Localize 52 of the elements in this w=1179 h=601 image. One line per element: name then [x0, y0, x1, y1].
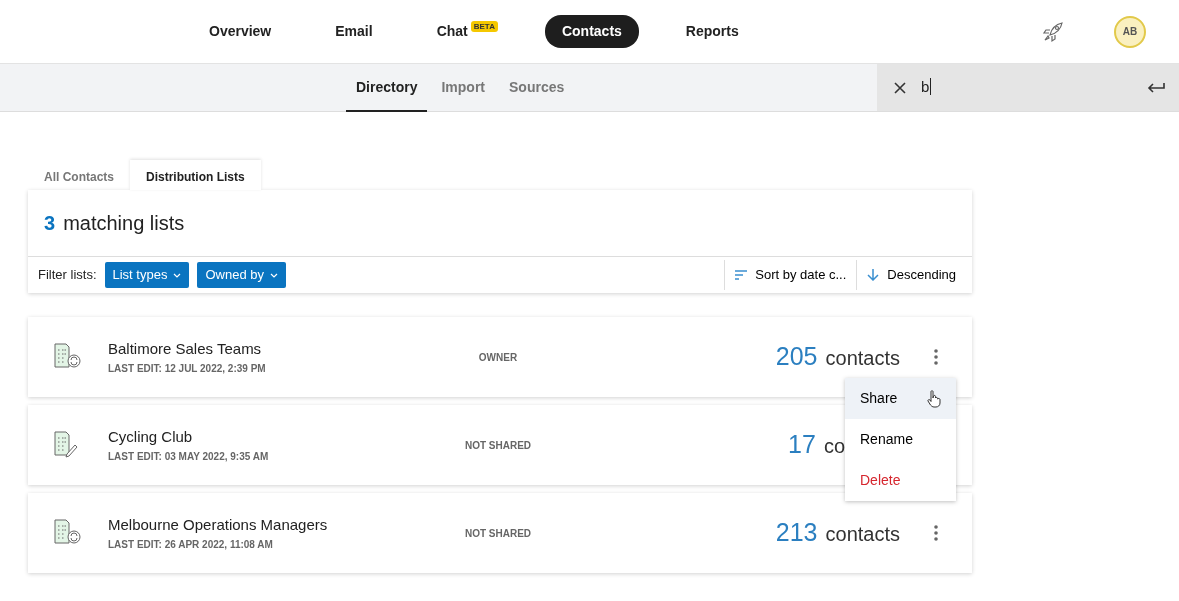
list-name[interactable]: Cycling Club: [108, 426, 408, 449]
nav-tab[interactable]: Overview: [192, 15, 289, 48]
list-tab[interactable]: Distribution Lists: [130, 160, 261, 190]
more-vertical-icon[interactable]: [934, 525, 938, 541]
filter-dropdown[interactable]: List types: [104, 262, 190, 288]
nav-tab[interactable]: Chat $^{BETA}$: [419, 15, 515, 48]
sharing-status: NOT SHARED: [463, 526, 533, 541]
last-edit: LAST EDIT: 03 MAY 2022, 9:35 AM: [108, 449, 270, 464]
sub-tab[interactable]: Directory: [346, 64, 428, 112]
sort-field-button[interactable]: Sort by date c...: [724, 260, 857, 290]
menu-item[interactable]: Rename: [845, 419, 956, 460]
menu-item[interactable]: Delete: [845, 460, 956, 501]
more-vertical-icon[interactable]: [934, 349, 938, 365]
sort-order: Descending: [887, 266, 956, 285]
search-field[interactable]: b: [877, 64, 1179, 111]
chevron-down-icon: [269, 272, 278, 278]
sharing-status: NOT SHARED: [463, 438, 533, 453]
nav-tab[interactable]: Email: [318, 15, 390, 48]
contact-unit: co: [823, 434, 845, 460]
sub-tab[interactable]: Import: [431, 64, 496, 112]
hand-cursor-icon: [927, 389, 941, 408]
rocket-icon[interactable]: [1042, 20, 1064, 43]
list-sync-icon: [54, 519, 82, 547]
filter-dropdown[interactable]: Owned by: [197, 262, 286, 288]
sharing-status: OWNER: [477, 350, 519, 365]
list-name[interactable]: Melbourne Operations Managers: [108, 514, 408, 537]
arrow-down-icon: [867, 269, 880, 281]
contact-count: 17: [788, 429, 816, 461]
list-name[interactable]: Baltimore Sales Teams: [108, 338, 408, 361]
list-tab[interactable]: All Contacts: [28, 160, 130, 190]
result-count: 3: [44, 211, 56, 236]
result-label: matching lists: [63, 211, 185, 236]
contact-count: 213: [775, 517, 818, 549]
beta-badge: BETA: [470, 21, 498, 32]
list-sync-icon: [54, 343, 82, 371]
sort-field: Sort by date c...: [755, 265, 847, 285]
last-edit: LAST EDIT: 26 APR 2022, 11:08 AM: [108, 537, 274, 552]
sub-tab[interactable]: Sources: [499, 64, 575, 112]
chevron-down-icon: [173, 272, 182, 278]
avatar[interactable]: AB: [1114, 15, 1146, 48]
menu-item[interactable]: Share: [845, 378, 956, 419]
sort-order-button[interactable]: Descending: [856, 260, 972, 290]
last-edit: LAST EDIT: 12 JUL 2022, 2:39 PM: [108, 361, 267, 376]
nav-tab[interactable]: Reports: [668, 15, 756, 48]
contact-unit: contacts: [825, 522, 900, 548]
nav-tab[interactable]: Contacts: [544, 15, 639, 48]
filter-label: Filter lists:: [38, 266, 97, 285]
enter-icon[interactable]: [1147, 81, 1165, 94]
contact-count: 205: [775, 341, 818, 373]
contact-unit: contacts: [825, 346, 900, 372]
sort-icon: [735, 270, 748, 280]
close-icon[interactable]: [893, 80, 907, 95]
